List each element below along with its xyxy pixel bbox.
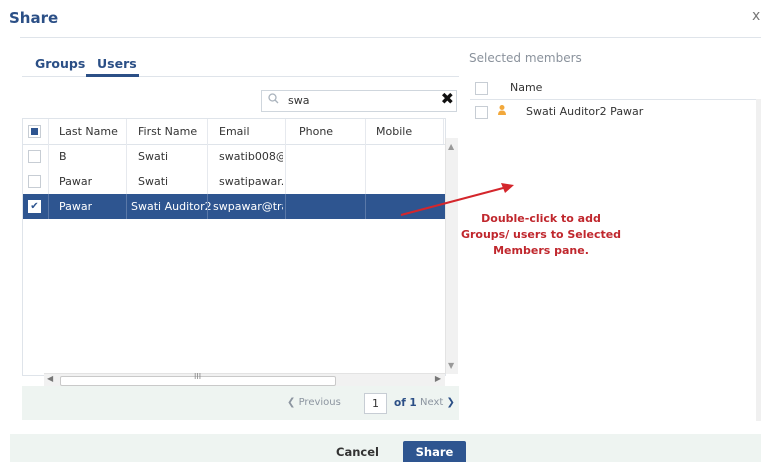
member-name: Swati Auditor2 Pawar — [526, 105, 644, 118]
annotation-callout: Double-click to add Groups/ users to Sel… — [456, 211, 626, 259]
selected-member-row[interactable]: Swati Auditor2 Pawar — [470, 100, 761, 124]
table-row-selected[interactable]: ✔ Pawar Swati Auditor2 swpawar@tran — [23, 194, 445, 219]
cell-first-name: Swati — [138, 150, 169, 163]
column-header-phone[interactable]: Phone — [299, 119, 333, 144]
name-column-header[interactable]: Name — [510, 81, 542, 94]
column-header-email[interactable]: Email — [219, 119, 250, 144]
dialog-title: Share — [9, 9, 59, 27]
title-divider — [20, 37, 761, 38]
search-input[interactable]: swa — [288, 94, 309, 107]
cell-last-name: Pawar — [59, 175, 93, 188]
cell-email: swatipawar.pu — [219, 175, 283, 188]
scroll-right-icon[interactable]: ▶ — [435, 374, 441, 383]
user-icon — [497, 104, 507, 119]
cell-last-name: Pawar — [59, 200, 93, 213]
previous-page-button[interactable]: ❮ Previous — [287, 397, 341, 408]
share-button[interactable]: Share — [403, 441, 466, 462]
cell-email: swatib008@gm — [219, 150, 283, 163]
annotation-line-1: Double-click to add — [481, 212, 601, 225]
table-row[interactable]: B Swati swatib008@gm — [23, 144, 445, 169]
select-all-members-checkbox[interactable] — [475, 82, 488, 95]
tab-groups[interactable]: Groups — [35, 56, 85, 71]
table-row[interactable]: Pawar Swati swatipawar.pu — [23, 169, 445, 194]
scrollbar-grip: III — [194, 372, 202, 381]
clear-search-icon[interactable]: ✖ — [441, 89, 454, 108]
close-icon[interactable]: x — [752, 8, 760, 24]
previous-label: Previous — [298, 397, 341, 408]
next-label: Next — [420, 397, 444, 408]
cell-email: swpawar@tran — [213, 200, 283, 213]
page-count: of 1 — [394, 397, 417, 409]
grid-horizontal-scrollbar[interactable]: ◀ III ▶ — [44, 372, 445, 386]
cell-first-name: Swati Auditor2 — [131, 200, 212, 213]
next-page-button[interactable]: Next ❯ — [420, 397, 455, 408]
scroll-down-icon[interactable]: ▼ — [448, 361, 454, 370]
search-icon — [268, 93, 279, 107]
active-tab-indicator — [86, 74, 139, 77]
chevron-right-icon: ❯ — [446, 397, 455, 408]
selected-members-title: Selected members — [469, 51, 582, 65]
scroll-up-icon[interactable]: ▲ — [448, 142, 454, 151]
chevron-left-icon: ❮ — [287, 397, 296, 408]
cancel-button[interactable]: Cancel — [336, 445, 379, 459]
column-header-first-name[interactable]: First Name — [138, 119, 197, 144]
row-checkbox-checked[interactable]: ✔ — [28, 200, 41, 213]
dialog-footer — [10, 434, 761, 462]
page-number-input[interactable]: 1 — [364, 393, 387, 414]
column-header-last-name[interactable]: Last Name — [59, 119, 118, 144]
member-checkbox[interactable] — [475, 106, 488, 119]
selected-members-scrollbar[interactable] — [756, 99, 761, 421]
annotation-line-2: Groups/ users to Selected — [460, 228, 622, 241]
cell-first-name: Swati — [138, 175, 169, 188]
search-box[interactable]: swa ✖ — [261, 89, 457, 112]
annotation-line-3: Members pane. — [493, 244, 589, 257]
grid-header-row: Last Name First Name Email Phone Mobile — [23, 119, 445, 145]
selected-members-header: Name — [470, 77, 761, 100]
users-grid: Last Name First Name Email Phone Mobile … — [22, 118, 446, 376]
tab-users[interactable]: Users — [97, 56, 137, 71]
row-checkbox[interactable] — [28, 150, 41, 163]
select-all-checkbox[interactable] — [28, 125, 41, 138]
column-header-mobile[interactable]: Mobile — [376, 119, 412, 144]
cell-last-name: B — [59, 150, 67, 163]
scroll-left-icon[interactable]: ◀ — [47, 374, 53, 383]
row-checkbox[interactable] — [28, 175, 41, 188]
